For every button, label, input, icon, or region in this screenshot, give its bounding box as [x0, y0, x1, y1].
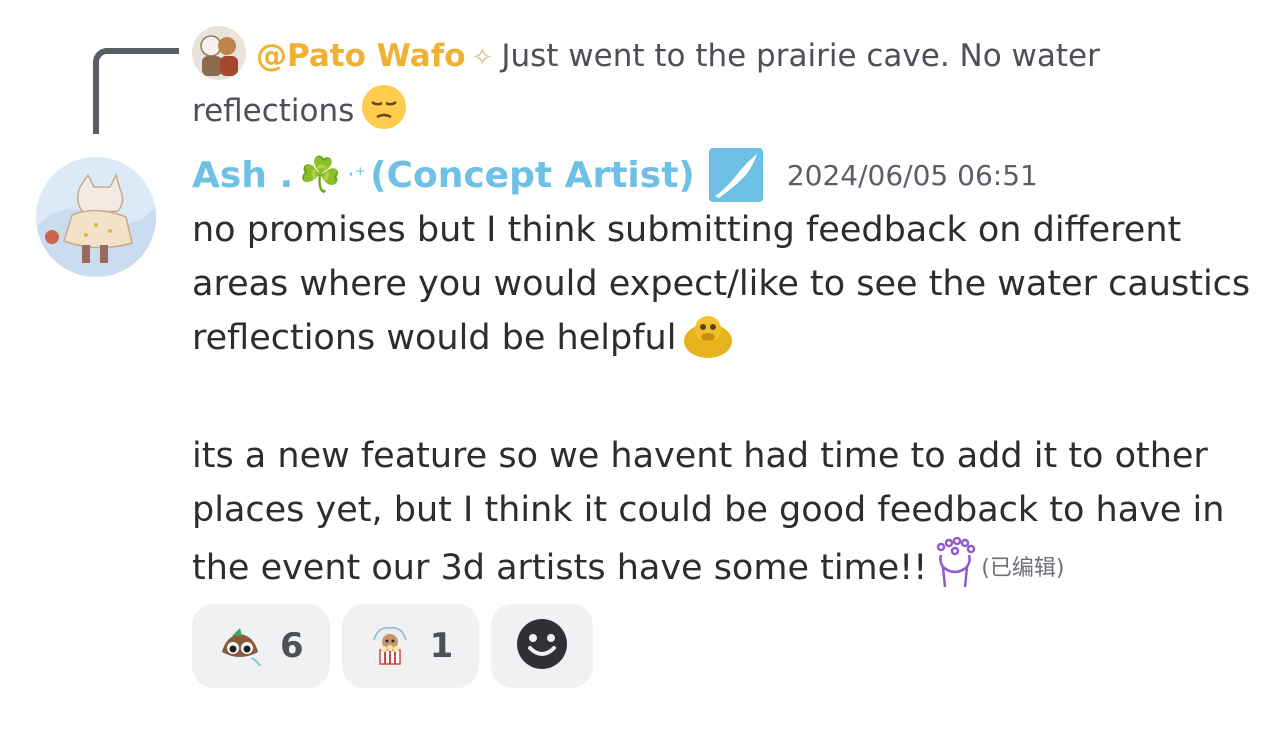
reaction-blob-eyes[interactable]: 6	[192, 604, 330, 688]
message-view: @Pato Wafo ✧ Just went to the prairie cave…	[0, 0, 1284, 747]
popcorn-character-icon	[368, 622, 412, 670]
reaction-popcorn-character[interactable]: 1	[341, 604, 480, 688]
author-avatar[interactable]	[36, 157, 156, 277]
brush-stroke-icon[interactable]	[708, 148, 763, 202]
author-name[interactable]: Ash .	[192, 155, 293, 196]
reaction-count: 1	[429, 626, 454, 666]
message-header: Ash . ☘️ ·⁺ (Concept Artist) 2024/06/05 …	[192, 148, 1038, 202]
author-role[interactable]: (Concept Artist)	[370, 155, 695, 196]
timestamp[interactable]: 2024/06/05 06:51	[787, 159, 1038, 192]
clover-icon: ☘️	[299, 155, 342, 195]
reply-spine	[93, 48, 179, 134]
author-decoration-icon: ✧	[471, 43, 494, 73]
reply-avatar[interactable]	[192, 26, 246, 80]
pensive-face-icon	[360, 83, 408, 146]
add-reaction-button[interactable]	[491, 604, 594, 688]
paragraph-text: its a new feature so we havent had time …	[192, 436, 1225, 588]
reply-author[interactable]: @Pato Wafo	[256, 38, 466, 74]
message-paragraph: no promises but I think submitting feedb…	[192, 203, 1252, 375]
smiley-add-icon	[516, 618, 568, 674]
message-paragraph: its a new feature so we havent had time …	[192, 429, 1252, 605]
thinking-blob-icon	[682, 311, 734, 375]
reply-preview[interactable]: @Pato Wafo ✧ Just went to the prairie cave…	[192, 26, 1212, 146]
blob-eyes-icon	[218, 622, 262, 670]
sparkle-icon: ·⁺	[347, 162, 367, 188]
message-body: no promises but I think submitting feedb…	[192, 203, 1252, 605]
edited-label: (已编辑)	[981, 556, 1065, 581]
sparkle-hands-icon	[933, 536, 977, 605]
reaction-count: 6	[280, 626, 304, 666]
reactions-bar: 6 1	[192, 604, 594, 688]
